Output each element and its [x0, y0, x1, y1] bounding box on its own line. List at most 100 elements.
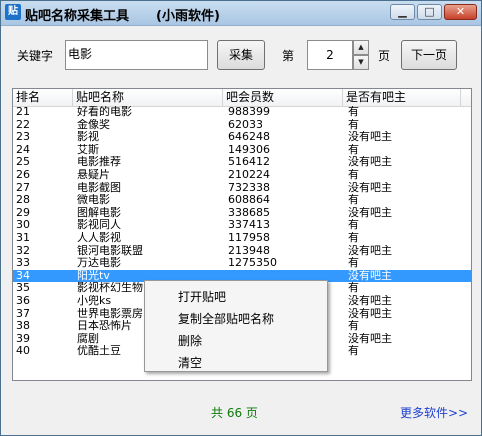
name-cell: 电影截图 — [77, 181, 121, 194]
name-cell: 悬疑片 — [77, 168, 110, 181]
spin-up-button[interactable]: ▲ — [353, 40, 369, 55]
name-cell: 电影推荐 — [77, 156, 121, 169]
members-cell: 338685 — [228, 206, 270, 219]
close-button[interactable]: ✕ — [444, 4, 477, 20]
rank-cell: 32 — [16, 244, 30, 257]
rank-cell: 30 — [16, 219, 30, 232]
rank-cell: 27 — [16, 181, 30, 194]
rank-cell: 33 — [16, 257, 30, 270]
owner-cell: 没有吧主 — [348, 269, 392, 282]
table-row[interactable]: 28 微电影 608864 有 — [13, 194, 471, 207]
name-cell: 银河电影联盟 — [77, 244, 143, 257]
owner-cell: 没有吧主 — [348, 307, 392, 320]
rank-cell: 40 — [16, 345, 30, 358]
owner-cell: 有 — [348, 143, 359, 156]
header-name[interactable]: 贴吧名称 — [73, 89, 223, 106]
collect-button[interactable]: 采集 — [217, 40, 265, 70]
chevron-up-icon: ▲ — [358, 43, 364, 51]
maximize-icon: □ — [424, 5, 435, 18]
title-bar[interactable]: 贴 贴吧名称采集工具 (小雨软件) ▁ □ ✕ — [1, 1, 481, 26]
spin-down-button[interactable]: ▼ — [353, 55, 369, 70]
members-cell: 62033 — [228, 118, 263, 131]
close-icon: ✕ — [455, 5, 466, 18]
rank-cell: 24 — [16, 143, 30, 156]
members-cell: 210224 — [228, 168, 270, 181]
minimize-button[interactable]: ▁ — [390, 4, 415, 20]
maximize-button[interactable]: □ — [417, 4, 442, 20]
menu-delete[interactable]: 删除 — [178, 332, 202, 349]
table-row[interactable]: 30 影视同人 337413 有 — [13, 219, 471, 232]
table-row[interactable]: 33 万达电影 1275350 有 — [13, 257, 471, 270]
table-row[interactable]: 22 金像奖 62033 有 — [13, 119, 471, 132]
next-page-button[interactable]: 下一页 — [401, 40, 457, 70]
window-subtitle: (小雨软件) — [156, 9, 220, 24]
page-number-input[interactable]: 2 — [307, 40, 353, 70]
list-header: 排名 贴吧名称 吧会员数 是否有吧主 — [13, 89, 471, 107]
header-rank[interactable]: 排名 — [13, 89, 73, 106]
rank-cell: 38 — [16, 320, 30, 333]
owner-cell: 有 — [348, 231, 359, 244]
members-cell: 516412 — [228, 156, 270, 169]
table-row[interactable]: 27 电影截图 732338 没有吧主 — [13, 182, 471, 195]
app-window: 贴 贴吧名称采集工具 (小雨软件) ▁ □ ✕ 关键字 电影 采集 第 2 ▲ … — [0, 0, 482, 436]
table-row[interactable]: 31 人人影视 117958 有 — [13, 232, 471, 245]
table-row[interactable]: 26 悬疑片 210224 有 — [13, 169, 471, 182]
minimize-icon: ▁ — [398, 5, 407, 18]
rank-cell: 28 — [16, 194, 30, 207]
owner-cell: 有 — [348, 320, 359, 333]
table-row[interactable]: 25 电影推荐 516412 没有吧主 — [13, 156, 471, 169]
members-cell: 117958 — [228, 231, 270, 244]
rank-cell: 21 — [16, 106, 30, 118]
page-suffix-label: 页 — [378, 49, 391, 63]
name-cell: 影视同人 — [77, 219, 121, 232]
table-row[interactable]: 21 好看的电影 988399 有 — [13, 106, 471, 119]
name-cell: 金像奖 — [77, 118, 110, 131]
name-cell: 人人影视 — [77, 231, 121, 244]
table-row[interactable]: 32 银河电影联盟 213948 没有吧主 — [13, 245, 471, 258]
owner-cell: 有 — [348, 257, 359, 270]
menu-open-tieba[interactable]: 打开贴吧 — [178, 288, 226, 305]
owner-cell: 没有吧主 — [348, 294, 392, 307]
keyword-input[interactable]: 电影 — [65, 40, 208, 70]
rank-cell: 22 — [16, 118, 30, 131]
rank-cell: 31 — [16, 231, 30, 244]
page-count-text: 共 66 页 — [211, 406, 258, 420]
menu-copy-all-names[interactable]: 复制全部贴吧名称 — [178, 310, 274, 327]
rank-cell: 36 — [16, 294, 30, 307]
members-cell: 337413 — [228, 219, 270, 232]
table-row[interactable]: 24 艾斯 149306 有 — [13, 144, 471, 157]
name-cell: 万达电影 — [77, 257, 121, 270]
owner-cell: 有 — [348, 194, 359, 207]
owner-cell: 没有吧主 — [348, 131, 392, 144]
app-icon: 贴 — [5, 4, 21, 20]
rank-cell: 23 — [16, 131, 30, 144]
page-prefix-label: 第 — [282, 49, 295, 63]
members-cell: 1275350 — [228, 257, 277, 270]
members-cell: 988399 — [228, 106, 270, 118]
owner-cell: 没有吧主 — [348, 332, 392, 345]
chevron-down-icon: ▼ — [358, 58, 364, 66]
window-title: 贴吧名称采集工具 — [25, 9, 130, 24]
name-cell: 微电影 — [77, 194, 110, 207]
header-has-owner[interactable]: 是否有吧主 — [343, 89, 461, 106]
members-cell: 608864 — [228, 194, 270, 207]
rank-cell: 25 — [16, 156, 30, 169]
rank-cell: 26 — [16, 168, 30, 181]
members-cell: 149306 — [228, 143, 270, 156]
header-members[interactable]: 吧会员数 — [223, 89, 343, 106]
owner-cell: 没有吧主 — [348, 181, 392, 194]
rank-cell: 39 — [16, 332, 30, 345]
name-cell: 艾斯 — [77, 143, 99, 156]
name-cell: 好看的电影 — [77, 106, 132, 118]
owner-cell: 有 — [348, 168, 359, 181]
rank-cell: 37 — [16, 307, 30, 320]
owner-cell: 没有吧主 — [348, 206, 392, 219]
table-row[interactable]: 29 图解电影 338685 没有吧主 — [13, 207, 471, 220]
owner-cell: 有 — [348, 282, 359, 295]
table-row[interactable]: 23 影视 646248 没有吧主 — [13, 131, 471, 144]
owner-cell: 没有吧主 — [348, 156, 392, 169]
more-software-link[interactable]: 更多软件>> — [400, 404, 468, 421]
menu-clear[interactable]: 清空 — [178, 354, 202, 371]
members-cell: 732338 — [228, 181, 270, 194]
members-cell: 646248 — [228, 131, 270, 144]
